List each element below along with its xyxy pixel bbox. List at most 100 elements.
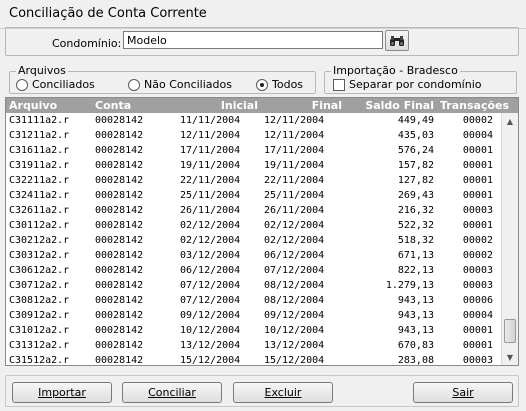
- importacao-legend: Importação - Bradesco: [331, 64, 460, 77]
- cell-saldo-final: 216,32: [397, 205, 434, 216]
- cell-saldo-final: 670,83: [397, 340, 434, 351]
- table-row[interactable]: C32611a2.r 00028142 26/11/2004 26/11/2004 21…: [6, 203, 518, 218]
- excluir-button[interactable]: Excluir: [233, 382, 333, 403]
- cell-final: 25/11/2004: [264, 190, 325, 201]
- condominio-search-button[interactable]: [385, 30, 409, 51]
- cell-saldo-final: 943,13: [397, 310, 434, 321]
- column-header-inicial[interactable]: Inicial: [177, 98, 261, 113]
- table-row[interactable]: C31611a2.r 00028142 17/11/2004 17/11/2004 57…: [6, 143, 518, 158]
- cell-conta: 00028142: [95, 280, 144, 291]
- table-row[interactable]: C32211a2.r 00028142 22/11/2004 22/11/2004 12…: [6, 173, 518, 188]
- importar-button[interactable]: Importar: [12, 382, 112, 403]
- sair-button[interactable]: Sair: [413, 382, 513, 403]
- column-header-transacoes[interactable]: Transações: [437, 98, 509, 113]
- cell-conta: 00028142: [95, 235, 144, 246]
- radio-todos[interactable]: Todos: [256, 78, 303, 91]
- cell-conta: 00028142: [95, 295, 144, 306]
- table-row[interactable]: C31911a2.r 00028142 19/11/2004 19/11/2004 15…: [6, 158, 518, 173]
- cell-arquivo: C32211a2.r: [9, 175, 70, 186]
- cell-conta: 00028142: [95, 160, 144, 171]
- table-row[interactable]: C30712a2.r 00028142 07/12/2004 08/12/2004 1.…: [6, 278, 518, 293]
- cell-conta: 00028142: [95, 265, 144, 276]
- scroll-up-arrow-icon[interactable]: ▲: [502, 113, 518, 129]
- cell-inicial: 12/11/2004: [180, 130, 241, 141]
- cell-saldo-final: 157,82: [397, 160, 434, 171]
- cell-arquivo: C30612a2.r: [9, 265, 70, 276]
- column-header-arquivo[interactable]: Arquivo: [6, 98, 92, 113]
- conciliar-button[interactable]: Conciliar: [122, 382, 222, 403]
- cell-transacoes: 00001: [462, 190, 493, 201]
- cell-conta: 00028142: [95, 340, 144, 351]
- cell-conta: 00028142: [95, 205, 144, 216]
- cell-saldo-final: 522,32: [397, 220, 434, 231]
- scroll-down-arrow-icon[interactable]: ▼: [502, 349, 518, 365]
- table-row[interactable]: C31111a2.r 00028142 11/11/2004 12/11/2004 44…: [6, 113, 518, 128]
- cell-final: 09/12/2004: [264, 310, 325, 321]
- cell-inicial: 26/11/2004: [180, 205, 241, 216]
- vertical-scrollbar[interactable]: ▲ ▼: [501, 113, 518, 365]
- cell-arquivo: C30812a2.r: [9, 295, 70, 306]
- radio-nao-conciliados[interactable]: Não Conciliados: [128, 78, 232, 91]
- title-bar: Conciliação de Conta Corrente: [0, 0, 526, 29]
- arquivos-table: Arquivo Conta Inicial Final Saldo Final …: [5, 97, 519, 366]
- cell-inicial: 10/12/2004: [180, 325, 241, 336]
- sair-button-label: Sair: [452, 386, 474, 399]
- cell-arquivo: C30912a2.r: [9, 310, 70, 321]
- table-row[interactable]: C30112a2.r 00028142 02/12/2004 02/12/2004 52…: [6, 218, 518, 233]
- cell-saldo-final: 943,13: [397, 295, 434, 306]
- cell-final: 06/12/2004: [264, 250, 325, 261]
- cell-final: 13/12/2004: [264, 340, 325, 351]
- radio-circle: [16, 78, 28, 91]
- checkbox-box: [333, 78, 345, 91]
- cell-arquivo: C31512a2.r: [9, 355, 70, 366]
- cell-saldo-final: 449,49: [397, 115, 434, 126]
- cell-transacoes: 00002: [462, 235, 493, 246]
- cell-final: 08/12/2004: [264, 295, 325, 306]
- radio-conciliados-label: Conciliados: [32, 78, 95, 91]
- cell-final: 12/11/2004: [264, 115, 325, 126]
- column-header-saldo-final[interactable]: Saldo Final: [345, 98, 437, 113]
- cell-inicial: 02/12/2004: [180, 235, 241, 246]
- table-row[interactable]: C30812a2.r 00028142 07/12/2004 08/12/2004 94…: [6, 293, 518, 308]
- cell-saldo-final: 269,43: [397, 190, 434, 201]
- cell-saldo-final: 435,03: [397, 130, 434, 141]
- cell-saldo-final: 943,13: [397, 325, 434, 336]
- cell-inicial: 13/12/2004: [180, 340, 241, 351]
- cell-inicial: 15/12/2004: [180, 355, 241, 366]
- separar-condominio-checkbox[interactable]: Separar por condomínio: [333, 78, 481, 91]
- cell-arquivo: C30712a2.r: [9, 280, 70, 291]
- table-row[interactable]: C31012a2.r 00028142 10/12/2004 10/12/2004 94…: [6, 323, 518, 338]
- cell-final: 10/12/2004: [264, 325, 325, 336]
- cell-transacoes: 00004: [462, 310, 493, 321]
- table-row[interactable]: C30612a2.r 00028142 06/12/2004 07/12/2004 82…: [6, 263, 518, 278]
- cell-arquivo: C30112a2.r: [9, 220, 70, 231]
- cell-arquivo: C32611a2.r: [9, 205, 70, 216]
- cell-transacoes: 00001: [462, 145, 493, 156]
- column-header-final[interactable]: Final: [261, 98, 345, 113]
- cell-conta: 00028142: [95, 220, 144, 231]
- cell-inicial: 07/12/2004: [180, 280, 241, 291]
- cell-inicial: 06/12/2004: [180, 265, 241, 276]
- table-body: C31111a2.r 00028142 11/11/2004 12/11/2004 44…: [6, 113, 518, 366]
- cell-arquivo: C30312a2.r: [9, 250, 70, 261]
- table-row[interactable]: C31512a2.r 00028142 15/12/2004 15/12/2004 28…: [6, 353, 518, 366]
- table-row[interactable]: C31312a2.r 00028142 13/12/2004 13/12/2004 67…: [6, 338, 518, 353]
- binoculars-icon: [390, 35, 404, 46]
- table-row[interactable]: C32411a2.r 00028142 25/11/2004 25/11/2004 26…: [6, 188, 518, 203]
- table-row[interactable]: C31211a2.r 00028142 12/11/2004 12/11/2004 43…: [6, 128, 518, 143]
- table-row[interactable]: C30912a2.r 00028142 09/12/2004 09/12/2004 94…: [6, 308, 518, 323]
- cell-final: 12/11/2004: [264, 130, 325, 141]
- cell-transacoes: 00003: [462, 355, 493, 366]
- cell-saldo-final: 576,24: [397, 145, 434, 156]
- table-row[interactable]: C30212a2.r 00028142 02/12/2004 02/12/2004 51…: [6, 233, 518, 248]
- radio-conciliados[interactable]: Conciliados: [16, 78, 95, 91]
- column-header-conta[interactable]: Conta: [92, 98, 177, 113]
- cell-final: 02/12/2004: [264, 220, 325, 231]
- table-row[interactable]: C30312a2.r 00028142 03/12/2004 06/12/2004 67…: [6, 248, 518, 263]
- condominio-input[interactable]: [123, 31, 383, 49]
- table-header: Arquivo Conta Inicial Final Saldo Final …: [6, 98, 518, 113]
- cell-transacoes: 00001: [462, 175, 493, 186]
- cell-arquivo: C31211a2.r: [9, 130, 70, 141]
- cell-transacoes: 00003: [462, 265, 493, 276]
- scroll-thumb[interactable]: [504, 319, 516, 343]
